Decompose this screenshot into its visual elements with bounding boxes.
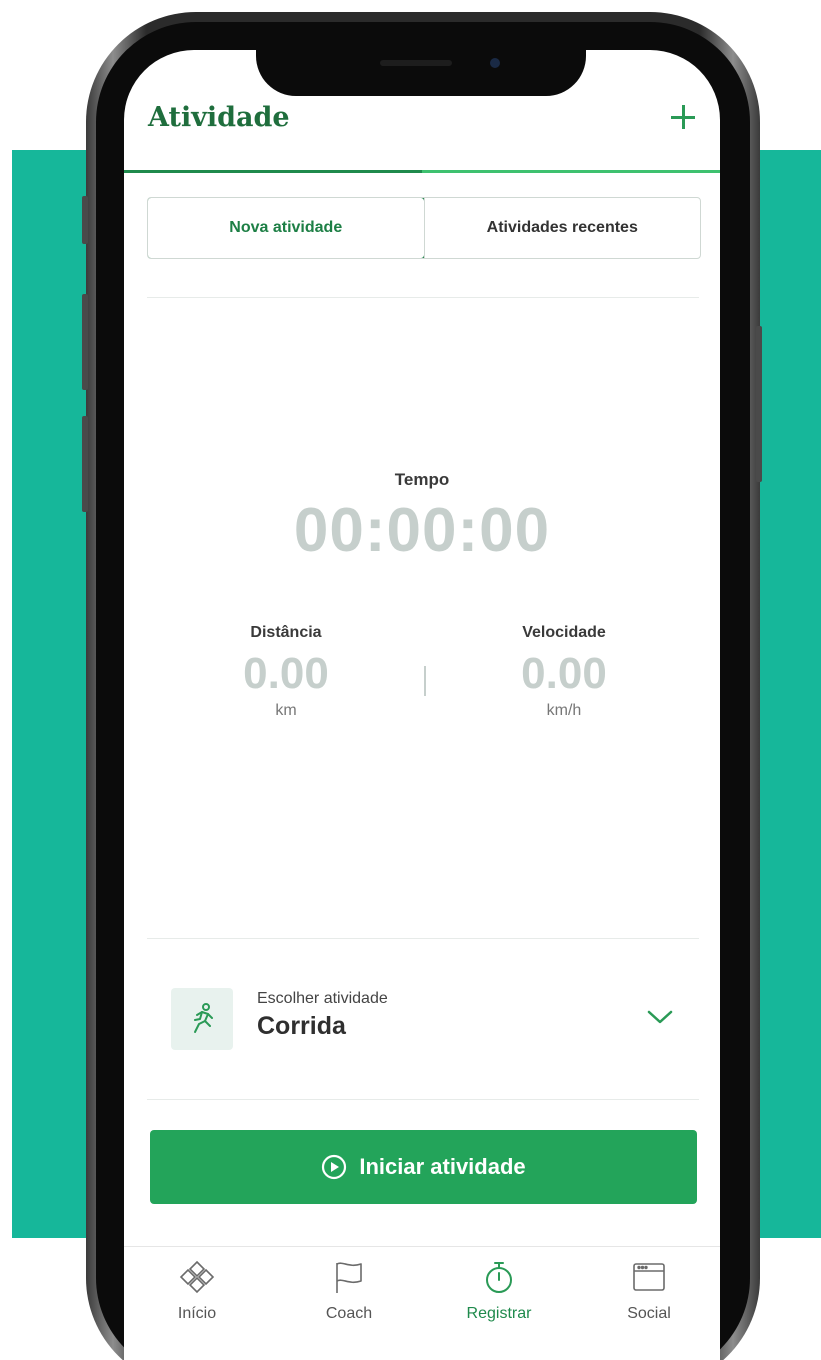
flag-icon — [294, 1259, 404, 1295]
activity-caption: Escolher atividade — [257, 990, 388, 1007]
speed-unit: km/h — [546, 702, 582, 719]
nav-item-registrar[interactable]: Registrar — [444, 1259, 554, 1323]
tab-nova-atividade[interactable]: Nova atividade — [148, 198, 425, 258]
phone-notch — [256, 42, 586, 96]
distance-value: 0.00 — [243, 649, 329, 698]
page-title: Atividade — [148, 102, 290, 133]
nav-label-social: Social — [627, 1305, 671, 1322]
plus-icon[interactable] — [668, 102, 698, 132]
nav-label-registrar: Registrar — [466, 1305, 532, 1322]
start-activity-button[interactable]: Iniciar atividade — [150, 1130, 697, 1204]
activity-value: Corrida — [257, 1012, 346, 1040]
browser-icon — [594, 1259, 704, 1295]
app-mockup: Atividade Nova atividade Atividades rece… — [0, 0, 821, 1360]
divider — [147, 1099, 699, 1100]
app-screen: Atividade Nova atividade Atividades rece… — [124, 50, 720, 1360]
phone-side-button — [756, 326, 762, 482]
running-icon — [171, 988, 233, 1050]
header-progress-line — [124, 170, 720, 173]
speed-value: 0.00 — [521, 649, 607, 698]
divider — [147, 938, 699, 939]
nav-item-coach[interactable]: Coach — [294, 1259, 404, 1323]
speed-label: Velocidade — [522, 624, 606, 641]
time-label: Tempo — [394, 470, 450, 489]
start-activity-label: Iniciar atividade — [359, 1154, 526, 1179]
chevron-down-icon[interactable] — [645, 1002, 675, 1032]
nav-item-inicio[interactable]: Início — [142, 1259, 252, 1323]
phone-side-button — [82, 196, 88, 244]
home-icon — [142, 1259, 252, 1295]
distance-metric: Distância 0.00 km — [186, 624, 386, 720]
nav-label-coach: Coach — [325, 1305, 373, 1322]
stopwatch-icon — [444, 1259, 554, 1295]
nav-label-inicio: Início — [177, 1305, 217, 1322]
time-value: 00:00:00 — [293, 496, 551, 565]
metric-separator — [424, 666, 426, 696]
camera-icon — [490, 58, 500, 68]
phone-side-button — [82, 416, 88, 512]
nav-item-social[interactable]: Social — [594, 1259, 704, 1323]
tab-atividades-recentes[interactable]: Atividades recentes — [423, 198, 701, 258]
activity-select[interactable]: Escolher atividade Corrida — [147, 940, 699, 1100]
activity-tabs: Nova atividade Atividades recentes — [147, 197, 701, 259]
divider — [147, 297, 699, 298]
bottom-nav: Início Coach Registrar Social — [124, 1246, 720, 1347]
distance-label: Distância — [250, 624, 322, 641]
phone-side-button — [82, 294, 88, 390]
speed-metric: Velocidade 0.00 km/h — [464, 624, 664, 720]
play-circle-icon — [321, 1154, 347, 1180]
distance-unit: km — [275, 702, 297, 719]
